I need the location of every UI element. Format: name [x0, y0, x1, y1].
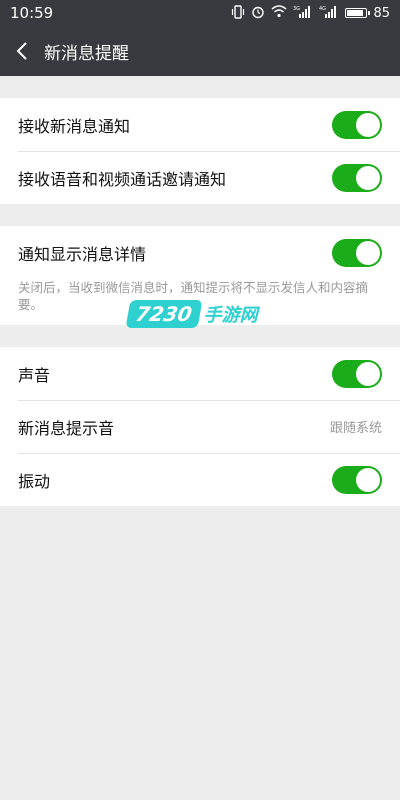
battery-icon	[345, 8, 371, 18]
row-label: 接收新消息通知	[18, 116, 131, 136]
signal-3g-icon: 3G	[293, 5, 313, 22]
alarm-icon	[251, 5, 265, 22]
status-icons: 3G 4G 85	[231, 4, 390, 22]
row-vibrate[interactable]: 振动	[0, 453, 400, 506]
settings-group-notifications: 接收新消息通知 接收语音和视频通话邀请通知	[0, 98, 400, 204]
row-label: 接收语音和视频通话邀请通知	[18, 169, 227, 189]
row-show-details[interactable]: 通知显示消息详情	[0, 226, 400, 279]
signal-4g-icon: 4G	[319, 5, 339, 22]
back-button[interactable]	[0, 26, 44, 76]
toggle-sound[interactable]	[332, 359, 382, 388]
title-bar: 新消息提醒	[0, 26, 400, 76]
row-label: 振动	[18, 471, 51, 491]
settings-group-sound: 声音 新消息提示音 跟随系统 振动	[0, 347, 400, 506]
svg-text:3G: 3G	[293, 6, 300, 12]
page-title: 新消息提醒	[44, 43, 129, 64]
row-receive-new-message[interactable]: 接收新消息通知	[0, 98, 400, 151]
battery-level: 85	[373, 5, 390, 21]
row-receive-call-invite[interactable]: 接收语音和视频通话邀请通知	[0, 151, 400, 204]
details-hint: 关闭后，当收到微信消息时，通知提示将不显示发信人和内容摘要。	[0, 279, 400, 325]
toggle-show-details[interactable]	[332, 238, 382, 267]
chevron-left-icon	[16, 42, 27, 60]
row-label: 声音	[18, 365, 51, 385]
notification-tone-value: 跟随系统	[329, 421, 382, 436]
row-sound[interactable]: 声音	[0, 347, 400, 400]
status-time: 10:59	[10, 4, 54, 22]
svg-text:4G: 4G	[319, 6, 326, 12]
row-label: 通知显示消息详情	[18, 244, 147, 264]
toggle-receive-call-invite[interactable]	[332, 163, 382, 192]
settings-group-details: 通知显示消息详情 关闭后，当收到微信消息时，通知提示将不显示发信人和内容摘要。	[0, 226, 400, 325]
status-bar: 10:59 3G 4G 85	[0, 0, 400, 26]
vibrate-icon	[231, 4, 245, 22]
row-notification-tone[interactable]: 新消息提示音 跟随系统	[0, 400, 400, 453]
wifi-icon	[271, 5, 287, 21]
toggle-receive-new-message[interactable]	[332, 110, 382, 139]
toggle-vibrate[interactable]	[332, 465, 382, 494]
row-label: 新消息提示音	[18, 418, 115, 438]
